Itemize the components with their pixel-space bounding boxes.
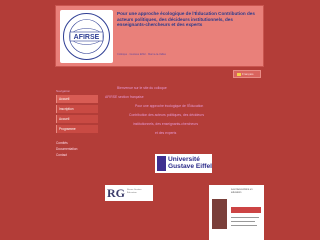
sidebar-item-accueil[interactable]: Accueil xyxy=(56,95,98,103)
book-line xyxy=(231,221,255,222)
language-label: Français xyxy=(242,72,254,76)
afirse-logo[interactable]: AFIRSE xyxy=(60,10,113,63)
language-selector[interactable]: Français xyxy=(233,70,261,78)
book-line xyxy=(231,217,259,218)
book-cover[interactable]: Les interventions en éducation xyxy=(209,185,264,240)
rg-text: Revue Gestion Éducation xyxy=(127,189,142,194)
logo-text: AFIRSE xyxy=(74,34,100,41)
uge-logo[interactable]: Université Gustave Eiffel xyxy=(155,154,212,173)
sidebar: Navigation Accueil Inscription Accueil P… xyxy=(56,89,98,160)
sidebar-item-accueil-2[interactable]: Accueil xyxy=(56,115,98,123)
site-subtitle: Colloque · Gustave Eiffel · Marne-la-Val… xyxy=(117,53,167,56)
main-line: Contribution des acteurs politiques, des… xyxy=(129,113,205,117)
sidebar-link-comites[interactable]: Comités xyxy=(56,141,98,145)
book-line xyxy=(231,225,257,226)
book-band xyxy=(231,207,261,213)
sidebar-item-inscription[interactable]: Inscription xyxy=(56,105,98,113)
uge-text: Université Gustave Eiffel xyxy=(168,156,212,170)
main-line: Pour une approche écologique de l'Éducat… xyxy=(135,104,204,108)
main-line: AFIRSE section française xyxy=(105,95,144,99)
site-title: Pour une approche écologique de l'Éducat… xyxy=(117,11,255,28)
sidebar-link-documentation[interactable]: Documentation xyxy=(56,147,98,151)
sidebar-link-contact[interactable]: Contact xyxy=(56,153,98,157)
site-header: AFIRSE Pour une approche écologique de l… xyxy=(55,5,264,67)
main-line: et des experts xyxy=(155,131,177,135)
flag-icon xyxy=(237,72,241,76)
rg-mark: RG xyxy=(107,186,125,200)
uge-mark-icon xyxy=(157,156,166,171)
book-title: Les interventions en éducation xyxy=(231,188,253,194)
sidebar-item-programme[interactable]: Programme xyxy=(56,125,98,133)
rg-logo[interactable]: RG Revue Gestion Éducation xyxy=(105,185,153,201)
book-image xyxy=(212,199,227,229)
main-line: Bienvenue sur le site du colloque xyxy=(117,86,167,90)
main-line: institutionnels, des enseignants-cherche… xyxy=(133,122,199,126)
